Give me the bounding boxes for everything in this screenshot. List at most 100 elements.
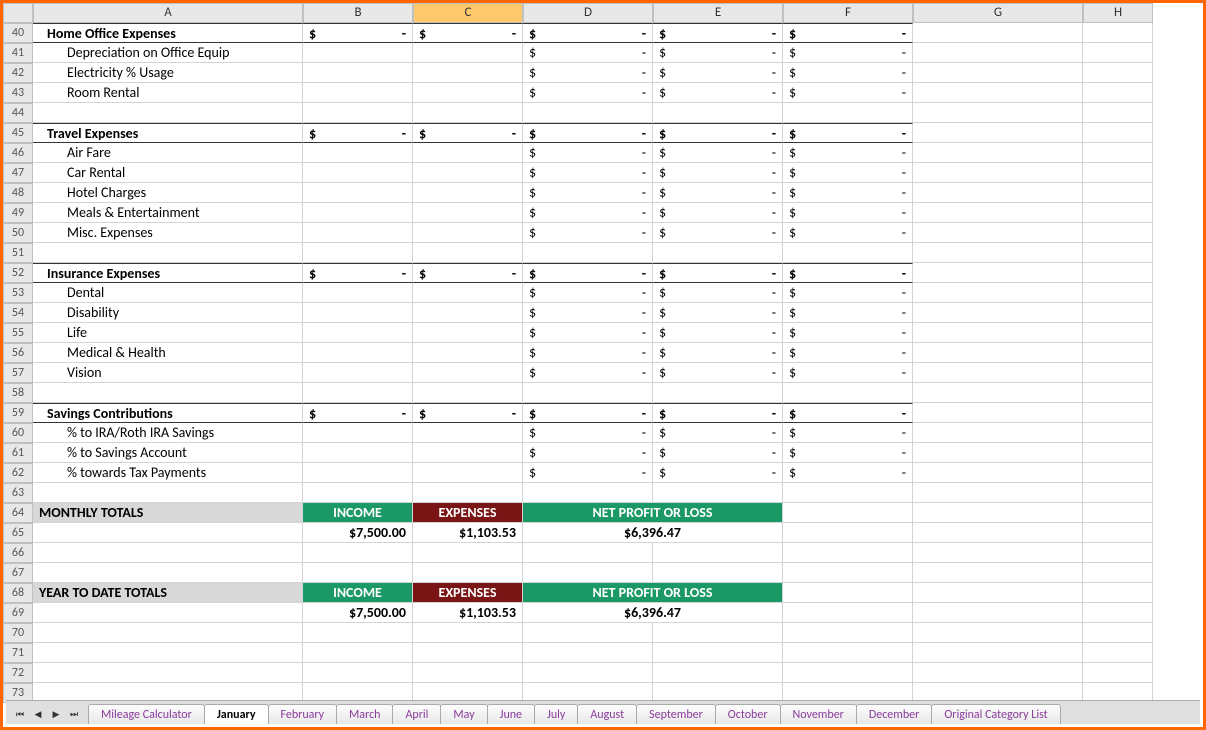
row-header-68[interactable]: 68: [3, 583, 33, 603]
cell[interactable]: [783, 563, 913, 583]
cell[interactable]: [913, 343, 1083, 363]
cell[interactable]: [303, 543, 413, 563]
subcategory-label[interactable]: Life: [33, 323, 303, 343]
totals-label[interactable]: MONTHLY TOTALS: [33, 503, 303, 523]
amount-cell[interactable]: [303, 363, 413, 383]
amount-cell[interactable]: $-: [523, 43, 653, 63]
cell[interactable]: [33, 383, 303, 403]
cell[interactable]: [1083, 463, 1153, 483]
row-header-63[interactable]: 63: [3, 483, 33, 503]
cell[interactable]: [523, 663, 653, 683]
amount-cell[interactable]: $-: [653, 343, 783, 363]
amount-cell[interactable]: [303, 323, 413, 343]
cell[interactable]: [33, 103, 303, 123]
amount-cell[interactable]: $-: [523, 463, 653, 483]
amount-cell[interactable]: $-: [783, 43, 913, 63]
row-header-60[interactable]: 60: [3, 423, 33, 443]
amount-cell[interactable]: $-: [783, 343, 913, 363]
subcategory-label[interactable]: Disability: [33, 303, 303, 323]
row-header-64[interactable]: 64: [3, 503, 33, 523]
row-header-50[interactable]: 50: [3, 223, 33, 243]
cell[interactable]: [913, 483, 1083, 503]
sheet-tab-march[interactable]: March: [336, 704, 393, 724]
cell[interactable]: [913, 383, 1083, 403]
cell[interactable]: [1083, 83, 1153, 103]
cell[interactable]: [1083, 363, 1153, 383]
row-header-48[interactable]: 48: [3, 183, 33, 203]
cell[interactable]: [33, 663, 303, 683]
row-header-56[interactable]: 56: [3, 343, 33, 363]
subcategory-label[interactable]: Vision: [33, 363, 303, 383]
cell[interactable]: [653, 543, 783, 563]
amount-cell[interactable]: $-: [783, 303, 913, 323]
cell[interactable]: [33, 623, 303, 643]
row-header-42[interactable]: 42: [3, 63, 33, 83]
cell[interactable]: [1083, 203, 1153, 223]
category-label[interactable]: Travel Expenses: [33, 123, 303, 143]
cell[interactable]: [303, 103, 413, 123]
amount-cell[interactable]: [303, 423, 413, 443]
subcategory-label[interactable]: Misc. Expenses: [33, 223, 303, 243]
amount-cell[interactable]: $-: [653, 143, 783, 163]
amount-cell[interactable]: $-: [653, 423, 783, 443]
amount-cell[interactable]: $-: [523, 323, 653, 343]
cell[interactable]: [33, 643, 303, 663]
sheet-tab-february[interactable]: February: [268, 704, 338, 724]
nav-last-icon[interactable]: ⏭: [66, 706, 82, 722]
cell[interactable]: [913, 583, 1083, 603]
amount-cell[interactable]: $-: [653, 43, 783, 63]
subcategory-label[interactable]: Depreciation on Office Equip: [33, 43, 303, 63]
row-header-65[interactable]: 65: [3, 523, 33, 543]
cell[interactable]: [783, 483, 913, 503]
cell[interactable]: [913, 443, 1083, 463]
col-header-B[interactable]: B: [303, 3, 413, 23]
cell[interactable]: [1083, 223, 1153, 243]
row-header-44[interactable]: 44: [3, 103, 33, 123]
amount-cell[interactable]: $-: [653, 303, 783, 323]
amount-cell[interactable]: [303, 143, 413, 163]
amount-cell[interactable]: $-: [413, 123, 523, 143]
amount-cell[interactable]: $-: [653, 283, 783, 303]
amount-cell[interactable]: [413, 83, 523, 103]
amount-cell[interactable]: $-: [783, 443, 913, 463]
cell[interactable]: [1083, 123, 1153, 143]
cell[interactable]: [913, 203, 1083, 223]
amount-cell[interactable]: $-: [783, 23, 913, 43]
amount-cell[interactable]: [303, 83, 413, 103]
cell[interactable]: [1083, 563, 1153, 583]
cell[interactable]: [1083, 643, 1153, 663]
row-header-62[interactable]: 62: [3, 463, 33, 483]
cell[interactable]: [783, 663, 913, 683]
row-header-47[interactable]: 47: [3, 163, 33, 183]
amount-cell[interactable]: $-: [783, 263, 913, 283]
amount-cell[interactable]: [413, 203, 523, 223]
cell[interactable]: [33, 483, 303, 503]
cell[interactable]: [913, 423, 1083, 443]
amount-cell[interactable]: $-: [783, 123, 913, 143]
cell[interactable]: [1083, 603, 1153, 623]
cell[interactable]: [913, 303, 1083, 323]
row-header-57[interactable]: 57: [3, 363, 33, 383]
cell[interactable]: [413, 483, 523, 503]
cell[interactable]: [33, 243, 303, 263]
amount-cell[interactable]: [303, 283, 413, 303]
cell[interactable]: [1083, 623, 1153, 643]
cell[interactable]: [1083, 423, 1153, 443]
subcategory-label[interactable]: Electricity % Usage: [33, 63, 303, 83]
col-header-E[interactable]: E: [653, 3, 783, 23]
cell[interactable]: [1083, 343, 1153, 363]
amount-cell[interactable]: [413, 463, 523, 483]
cell[interactable]: [913, 623, 1083, 643]
amount-cell[interactable]: $-: [523, 83, 653, 103]
amount-cell[interactable]: $-: [783, 203, 913, 223]
cell[interactable]: [413, 543, 523, 563]
amount-cell[interactable]: $-: [303, 263, 413, 283]
amount-cell[interactable]: $-: [523, 423, 653, 443]
cell[interactable]: [913, 223, 1083, 243]
amount-cell[interactable]: $-: [653, 183, 783, 203]
cell[interactable]: [303, 243, 413, 263]
col-header-F[interactable]: F: [783, 3, 913, 23]
amount-cell[interactable]: $-: [783, 163, 913, 183]
amount-cell[interactable]: $-: [653, 263, 783, 283]
row-header-71[interactable]: 71: [3, 643, 33, 663]
